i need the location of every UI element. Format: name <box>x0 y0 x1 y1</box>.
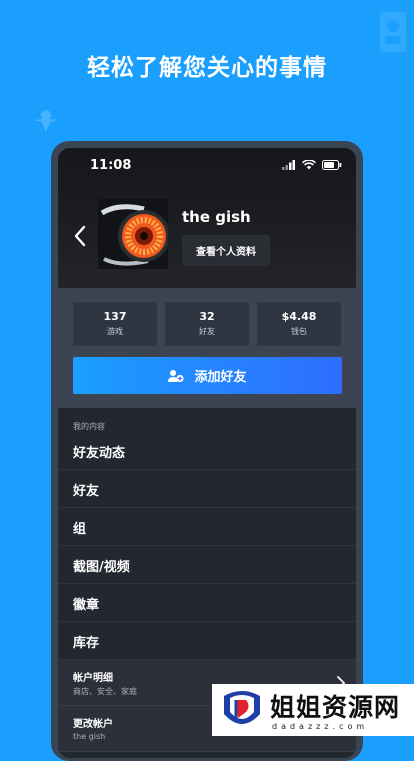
menu-item-label: 库存 <box>73 636 100 651</box>
add-friend-button[interactable]: 添加好友 <box>73 357 342 394</box>
menu-item-label: 徽章 <box>73 598 100 613</box>
menu-item-friends[interactable]: 好友 <box>58 470 356 508</box>
menu-item-groups[interactable]: 组 <box>58 508 356 546</box>
user-icon <box>34 110 58 132</box>
menu-item-label: 组 <box>73 522 87 537</box>
menu-item-label: 好友 <box>73 484 100 499</box>
wifi-icon <box>302 160 316 170</box>
stat-label: 游戏 <box>107 327 123 336</box>
switch-account-subtitle: the gish <box>73 732 106 741</box>
stat-games[interactable]: 137 游戏 <box>73 302 157 346</box>
switch-account-title: 更改帐户 <box>73 719 113 730</box>
status-time: 11:08 <box>90 158 132 173</box>
menu-item-activity[interactable]: 好友动态 <box>58 432 356 470</box>
add-friend-label: 添加好友 <box>194 370 247 385</box>
signal-icon <box>282 160 295 170</box>
menu-item-inventory[interactable]: 库存 <box>58 622 356 660</box>
status-icons <box>282 160 342 170</box>
stat-value: 137 <box>103 310 127 323</box>
stat-label: 好友 <box>199 327 215 336</box>
stat-friends[interactable]: 32 好友 <box>165 302 249 346</box>
phone-frame: 11:08 the gish 查看个人资料 137 游戏 32 好友 $4.48… <box>51 141 363 761</box>
stat-value: 32 <box>199 310 215 323</box>
account-details-subtitle: 商店、安全、家庭 <box>73 687 137 696</box>
watermark-url: dadazzz.com <box>272 722 369 731</box>
avatar[interactable] <box>98 199 168 269</box>
stat-label: 钱包 <box>291 327 307 336</box>
section-label: 我的内容 <box>73 422 105 431</box>
menu-item-badges[interactable]: 徽章 <box>58 584 356 622</box>
headline: 轻松了解您关心的事情 <box>87 55 327 81</box>
watermark: 姐姐资源网 dadazzz.com <box>212 684 414 736</box>
menu-item-label: 截图/视频 <box>73 560 130 575</box>
view-profile-button[interactable]: 查看个人资料 <box>182 235 270 266</box>
watermark-logo-icon <box>224 691 260 724</box>
stat-wallet[interactable]: $4.48 钱包 <box>257 302 341 346</box>
stat-value: $4.48 <box>281 310 317 323</box>
phone-screen: 11:08 the gish 查看个人资料 137 游戏 32 好友 $4.48… <box>58 148 356 758</box>
watermark-text: 姐姐资源网 <box>270 693 401 722</box>
account-details-title: 帐户明细 <box>73 673 113 684</box>
battery-icon <box>322 160 342 170</box>
back-icon[interactable] <box>72 224 88 248</box>
menu-item-screenshots[interactable]: 截图/视频 <box>58 546 356 584</box>
menu-item-label: 好友动态 <box>73 446 126 461</box>
avatar-image <box>98 199 168 269</box>
add-friend-icon <box>168 369 185 382</box>
profile-name: the gish <box>182 208 251 226</box>
